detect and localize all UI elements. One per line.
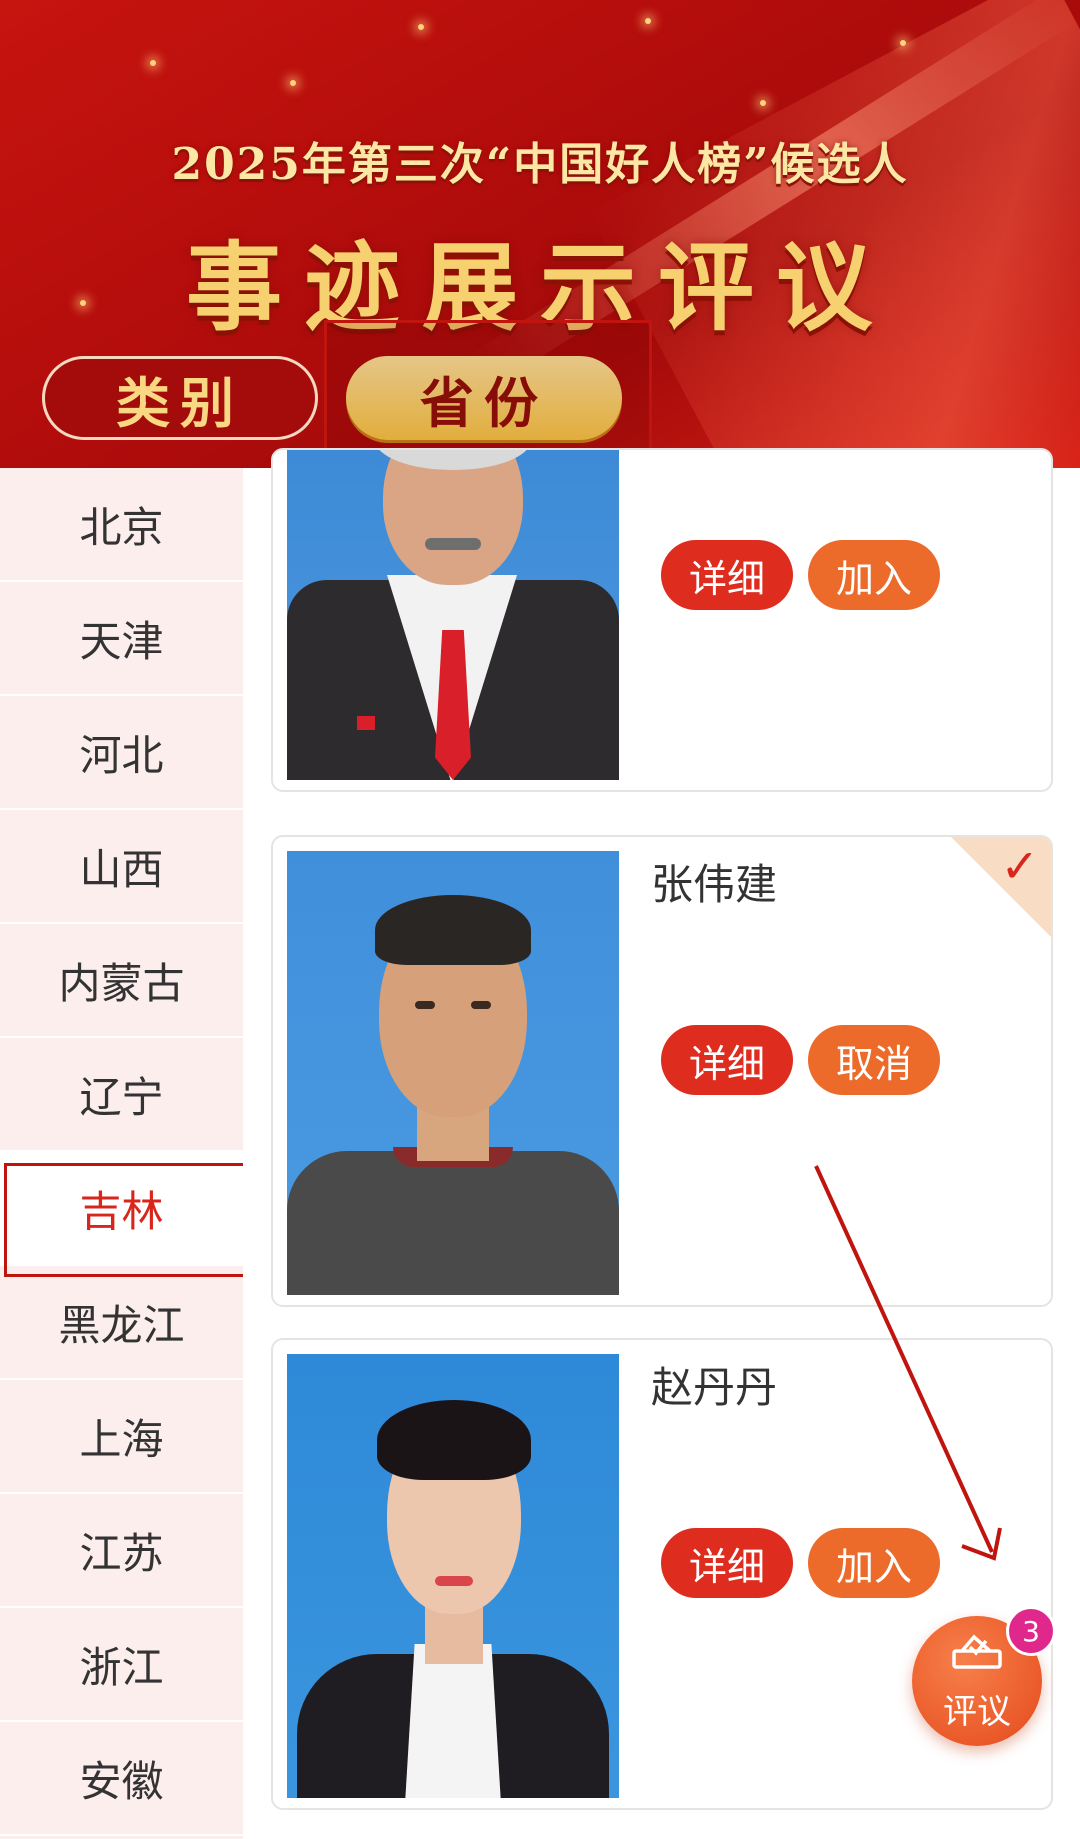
detail-button[interactable]: 详细: [661, 540, 793, 610]
candidate-photo: [287, 1354, 619, 1798]
review-count-badge: 3: [1006, 1606, 1056, 1656]
tab-category[interactable]: 类别: [42, 356, 318, 440]
candidate-photo: [287, 450, 619, 780]
sidebar-item-neimenggu[interactable]: 内蒙古: [0, 924, 243, 1038]
sparkle: [645, 18, 651, 24]
sidebar-item-heilongjiang[interactable]: 黑龙江: [0, 1266, 243, 1380]
ballot-box-icon: [950, 1629, 1004, 1678]
tab-province[interactable]: 省份: [346, 356, 622, 440]
banner-subtitle: 2025年第三次“中国好人榜”候选人: [171, 139, 909, 190]
review-label: 评议: [943, 1692, 1011, 1732]
candidate-card: ✓ 张伟建 详细 取消: [271, 835, 1053, 1307]
sparkle: [418, 24, 424, 30]
cancel-button[interactable]: 取消: [808, 1025, 940, 1095]
join-button[interactable]: 加入: [808, 540, 940, 610]
sparkle: [150, 60, 156, 66]
detail-button[interactable]: 详细: [661, 1528, 793, 1598]
banner-title: 事迹展示评议: [186, 231, 894, 344]
candidate-photo: [287, 851, 619, 1295]
detail-button[interactable]: 详细: [661, 1025, 793, 1095]
candidate-card: 赵丹丹 详细 加入: [271, 1338, 1053, 1810]
province-sidebar: 北京 天津 河北 山西 内蒙古 辽宁 吉林 黑龙江 上海 江苏 浙江 安徽: [0, 468, 243, 1839]
checkmark-icon: ✓: [1000, 839, 1039, 893]
sidebar-item-hebei[interactable]: 河北: [0, 696, 243, 810]
sparkle: [760, 100, 766, 106]
join-button[interactable]: 加入: [808, 1528, 940, 1598]
sidebar-item-shanghai[interactable]: 上海: [0, 1380, 243, 1494]
candidate-name: 张伟建: [651, 860, 778, 909]
header-banner: 2025年第三次“中国好人榜”候选人 事迹展示评议 类别 省份: [0, 0, 1080, 468]
sidebar-item-anhui[interactable]: 安徽: [0, 1722, 243, 1836]
sidebar-item-liaoning[interactable]: 辽宁: [0, 1038, 243, 1152]
sparkle: [290, 80, 296, 86]
candidate-card: 详细 加入: [271, 448, 1053, 792]
sidebar-item-jiangsu[interactable]: 江苏: [0, 1494, 243, 1608]
sidebar-item-beijing[interactable]: 北京: [0, 468, 243, 582]
sidebar-item-shanxi[interactable]: 山西: [0, 810, 243, 924]
sparkle: [900, 40, 906, 46]
sidebar-item-tianjin[interactable]: 天津: [0, 582, 243, 696]
sidebar-item-zhejiang[interactable]: 浙江: [0, 1608, 243, 1722]
review-floating-button[interactable]: 评议 3: [912, 1606, 1056, 1746]
candidate-name: 赵丹丹: [651, 1363, 778, 1412]
sidebar-item-jilin[interactable]: 吉林: [0, 1152, 243, 1266]
